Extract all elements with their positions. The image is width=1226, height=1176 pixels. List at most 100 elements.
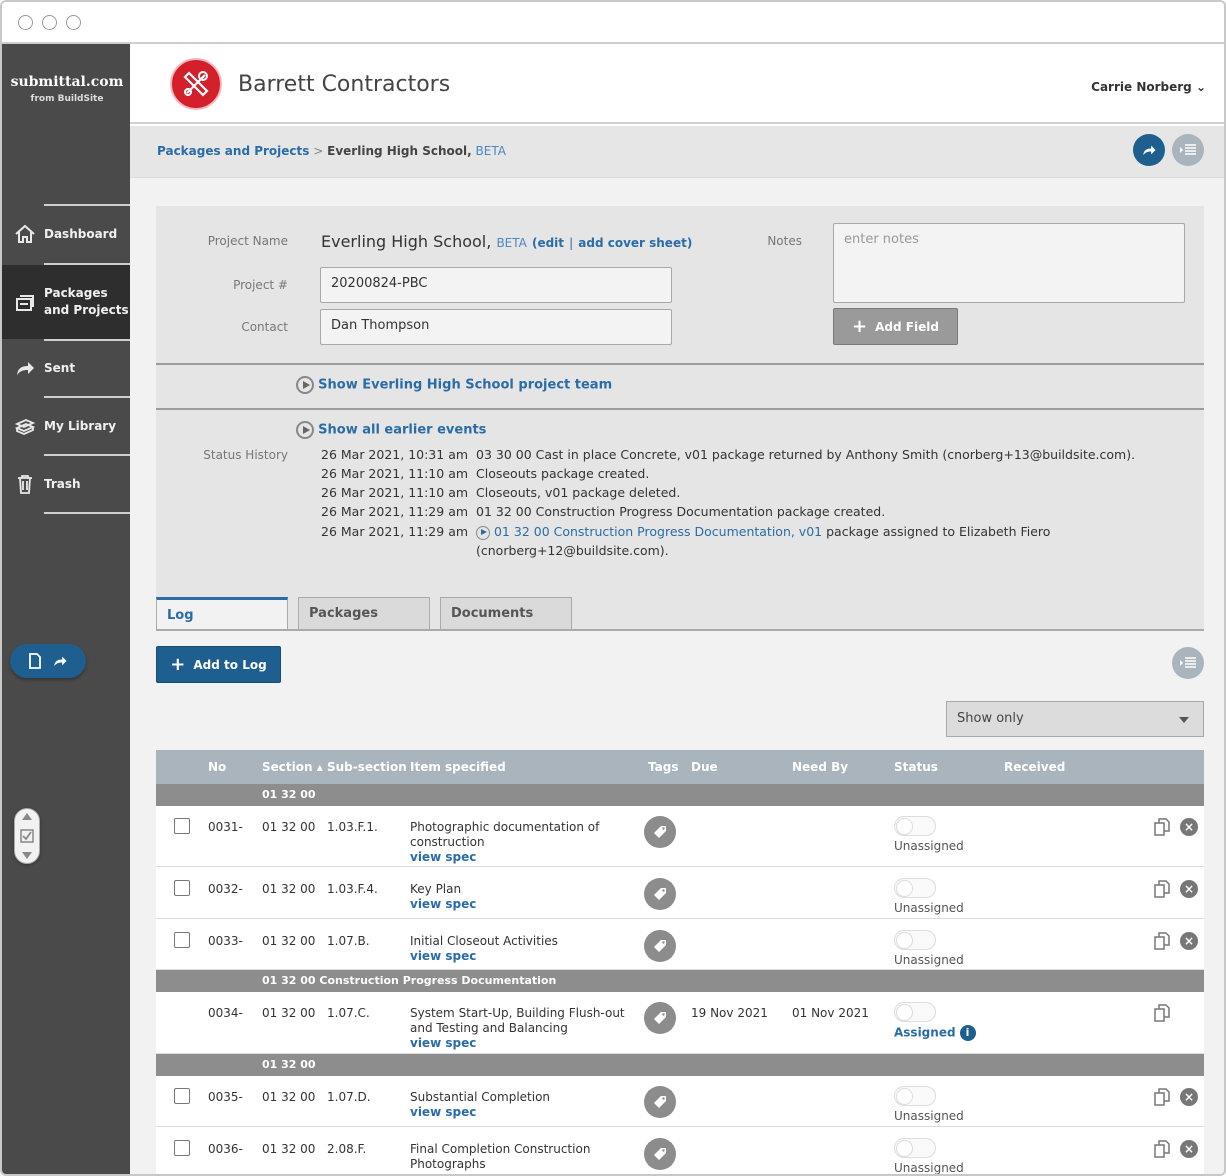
remove-icon[interactable]: × [1180, 818, 1198, 836]
notes-input[interactable]: enter notes [833, 223, 1185, 303]
log-panel-toggle-button[interactable] [1172, 647, 1204, 679]
window-close-dot[interactable] [18, 15, 33, 30]
tag-icon[interactable] [644, 1138, 676, 1170]
column-status[interactable]: Status [894, 760, 938, 774]
remove-icon[interactable]: × [1180, 1088, 1198, 1106]
add-to-log-button[interactable]: + Add to Log [156, 646, 281, 683]
share-arrow-icon[interactable] [52, 653, 68, 669]
sidebar-item-dashboard[interactable]: Dashboard [2, 205, 130, 263]
status-toggle[interactable] [894, 1138, 936, 1158]
column-need-by[interactable]: Need By [792, 760, 848, 774]
project-number-field[interactable]: 20200824-PBC [320, 267, 672, 303]
status-toggle[interactable] [894, 816, 936, 836]
column-item[interactable]: Item specified [410, 760, 506, 774]
beta-badge: BETA [475, 144, 506, 158]
sidebar-item-library[interactable]: My Library [2, 397, 130, 455]
column-no[interactable]: No [208, 760, 226, 774]
share-button[interactable] [1133, 134, 1165, 166]
add-field-button[interactable]: + Add Field [833, 308, 958, 345]
tools-icon [183, 71, 209, 97]
view-spec-link[interactable]: view spec [410, 1036, 635, 1051]
window-minimize-dot[interactable] [42, 15, 57, 30]
tag-icon[interactable] [644, 878, 676, 910]
status-toggle[interactable] [894, 1086, 936, 1106]
status-history-label: Status History [203, 448, 288, 462]
column-tags[interactable]: Tags [648, 760, 678, 774]
view-spec-link[interactable]: view spec [410, 949, 635, 964]
column-received[interactable]: Received [1004, 760, 1065, 774]
arrow-down-icon[interactable] [21, 850, 33, 860]
row-checkbox[interactable] [174, 818, 190, 834]
breadcrumb: Packages and Projects > Everling High Sc… [157, 144, 506, 158]
sidebar-item-sent[interactable]: Sent [2, 339, 130, 397]
tag-icon[interactable] [644, 930, 676, 962]
project-name-label: Project Name [207, 234, 288, 248]
sidebar-item-packages[interactable]: Packages and Projects [2, 265, 130, 339]
view-spec-link[interactable]: view spec [410, 1105, 635, 1120]
earlier-events-toggle[interactable]: Show all earlier events [296, 421, 486, 439]
breadcrumb-root-link[interactable]: Packages and Projects [157, 144, 309, 158]
sidebar-item-trash[interactable]: Trash [2, 455, 130, 513]
user-menu[interactable]: Carrie Norberg ⌄ [1091, 80, 1206, 94]
company-logo [170, 58, 222, 110]
tab-documents[interactable]: Documents [440, 597, 572, 630]
status-toggle[interactable] [894, 930, 936, 950]
row-item: Photographic documentation of constructi… [410, 820, 635, 865]
panel-divider [156, 363, 1204, 365]
list-toggle-icon [1180, 144, 1196, 155]
copy-icon[interactable] [1154, 818, 1170, 836]
log-table: No Section ▴ Sub-section Item specified … [156, 750, 1204, 1174]
column-due[interactable]: Due [691, 760, 718, 774]
company-name: Barrett Contractors [238, 72, 451, 97]
info-icon[interactable]: i [959, 1025, 976, 1041]
arrow-up-icon[interactable] [21, 812, 33, 822]
row-checkbox[interactable] [174, 1140, 190, 1156]
tag-icon[interactable] [644, 816, 676, 848]
remove-icon[interactable]: × [1180, 1140, 1198, 1158]
status-toggle[interactable] [894, 1002, 936, 1022]
show-only-select[interactable]: Show only [946, 701, 1204, 737]
document-icon[interactable] [28, 653, 42, 669]
tag-icon[interactable] [644, 1086, 676, 1118]
row-checkbox[interactable] [174, 880, 190, 896]
table-row[interactable]: 0035- 01 32 00 1.07.D. Substantial Compl… [156, 1076, 1204, 1127]
event-text-rest: package assigned to Elizabeth Fiero [822, 524, 1051, 539]
copy-icon[interactable] [1154, 880, 1170, 898]
table-row[interactable]: 0033- 01 32 00 1.07.B. Initial Closeout … [156, 920, 1204, 970]
reorder-control[interactable] [14, 808, 40, 864]
view-spec-link[interactable]: view spec [410, 850, 635, 865]
brand-logo[interactable]: submittal.com from BuildSite [10, 74, 124, 104]
column-section[interactable]: Section ▴ [262, 760, 323, 774]
panel-toggle-button[interactable] [1172, 134, 1204, 166]
status-toggle[interactable] [894, 878, 936, 898]
table-row[interactable]: 0031- 01 32 00 1.03.F.1. Photographic do… [156, 806, 1204, 867]
table-row[interactable]: 0032- 01 32 00 1.03.F.4. Key Plan view s… [156, 868, 1204, 919]
view-spec-link[interactable]: view spec [410, 897, 635, 912]
copy-icon[interactable] [1154, 932, 1170, 950]
copy-icon[interactable] [1154, 1140, 1170, 1158]
contact-field[interactable]: Dan Thompson [320, 309, 672, 345]
group-label: 01 32 00 [262, 788, 316, 801]
edit-link[interactable]: (edit [532, 236, 564, 250]
tag-icon[interactable] [644, 1002, 676, 1034]
tab-packages[interactable]: Packages [298, 597, 430, 630]
checklist-icon[interactable] [20, 829, 34, 843]
window-zoom-dot[interactable] [66, 15, 81, 30]
sidebar: submittal.com from BuildSite Dashboard P… [2, 44, 130, 1174]
add-field-label: Add Field [875, 319, 939, 334]
event-package-link[interactable]: 01 32 00 Construction Progress Documenta… [494, 524, 822, 539]
app-window: submittal.com from BuildSite Dashboard P… [0, 0, 1226, 1176]
column-subsection[interactable]: Sub-section [327, 760, 407, 774]
table-row[interactable]: 0036- 01 32 00 2.08.F. Final Completion … [156, 1128, 1204, 1174]
project-team-toggle[interactable]: Show Everling High School project team [296, 376, 612, 394]
row-checkbox[interactable] [174, 1088, 190, 1104]
remove-icon[interactable]: × [1180, 932, 1198, 950]
remove-icon[interactable]: × [1180, 880, 1198, 898]
project-name-text: Everling High School, [321, 232, 492, 251]
tab-log[interactable]: Log [156, 597, 288, 631]
row-checkbox[interactable] [174, 932, 190, 948]
event-text: 01 32 00 Construction Progress Documenta… [476, 504, 886, 519]
table-row[interactable]: 0034- 01 32 00 1.07.C. System Start-Up, … [156, 992, 1204, 1054]
copy-icon[interactable] [1154, 1088, 1170, 1106]
copy-icon[interactable] [1154, 1004, 1170, 1022]
